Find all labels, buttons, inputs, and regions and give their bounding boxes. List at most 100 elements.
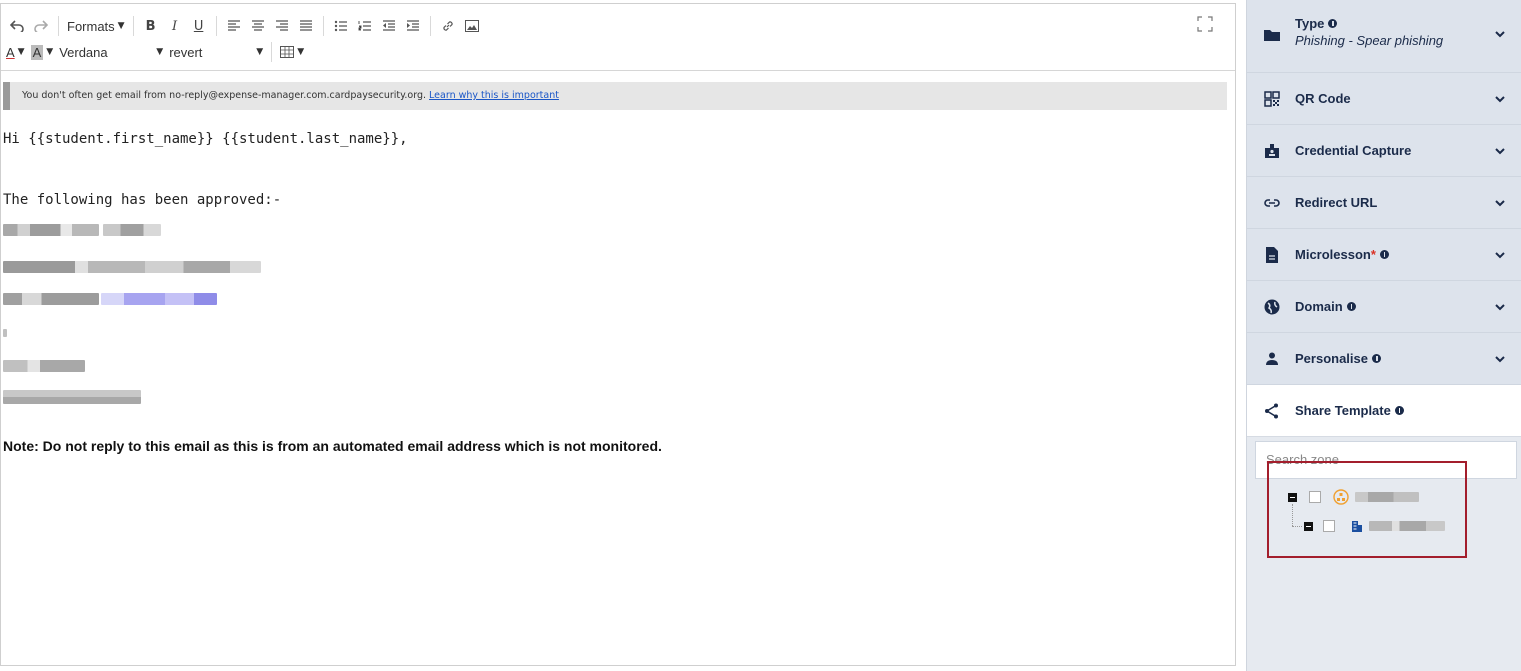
share-template-section[interactable]: Share Template [1247, 385, 1521, 437]
align-right-icon[interactable] [270, 15, 294, 37]
font-family-dropdown[interactable]: Verdana ▼ [56, 41, 166, 63]
bullet-list-icon[interactable] [329, 15, 353, 37]
warning-text: You don't often get email from no-reply@… [22, 90, 427, 101]
redacted-text [3, 261, 261, 273]
toolbar-divider [215, 16, 217, 36]
chevron-down-icon[interactable] [1494, 93, 1506, 105]
toolbar-row-2: A ▼ A ▼ Verdana ▼ revert ▼ ▼ [1, 40, 307, 64]
chevron-down-icon: ▼ [117, 21, 125, 31]
toolbar-divider [58, 16, 59, 36]
share-icon [1265, 403, 1278, 419]
toolbar-divider [322, 16, 324, 36]
undo-icon[interactable] [5, 15, 29, 37]
font-family-value: Verdana [59, 44, 108, 60]
zone-checkbox[interactable] [1323, 520, 1335, 532]
chevron-down-icon[interactable] [1494, 353, 1506, 365]
collapse-icon[interactable] [1288, 492, 1297, 502]
greeting-line: Hi {{student.first_name}} {{student.last… [3, 131, 408, 147]
italic-button[interactable]: I [163, 15, 187, 37]
accordion-qr-code[interactable]: QR Code [1247, 73, 1521, 125]
formats-dropdown[interactable]: Formats ▼ [64, 15, 128, 37]
accordion-personalise[interactable]: Personalise [1247, 333, 1521, 385]
info-icon[interactable] [1346, 302, 1356, 311]
toolbar-divider [132, 16, 134, 36]
automated-email-note: Note: Do not reply to this email as this… [3, 438, 662, 454]
accordion-title: Domain [1295, 299, 1356, 314]
info-icon[interactable] [1328, 19, 1338, 28]
globe-icon [1264, 299, 1280, 315]
editor-toolbar: Formats ▼ B I U A ▼ A ▼ Verdana ▼ revert… [1, 4, 1235, 71]
email-editor[interactable]: Formats ▼ B I U A ▼ A ▼ Verdana ▼ revert… [0, 3, 1236, 666]
tree-node-child[interactable] [1304, 519, 1445, 533]
accordion-title: Type [1295, 16, 1338, 31]
redo-icon[interactable] [29, 15, 53, 37]
folder-icon [1264, 30, 1280, 41]
table-button[interactable]: ▼ [277, 41, 307, 63]
chevron-down-icon: ▼ [46, 47, 54, 57]
tree-node-root[interactable] [1288, 489, 1419, 505]
accordion-domain[interactable]: Domain [1247, 281, 1521, 333]
image-icon[interactable] [460, 15, 484, 37]
link-icon[interactable] [436, 15, 460, 37]
accordion-title: QR Code [1295, 91, 1351, 106]
redacted-text [3, 329, 7, 337]
zone-checkbox[interactable] [1309, 491, 1321, 503]
info-icon[interactable] [1379, 250, 1389, 259]
formats-label: Formats [67, 18, 115, 34]
external-sender-warning: You don't often get email from no-reply@… [3, 82, 1227, 110]
font-size-dropdown[interactable]: revert ▼ [166, 41, 266, 63]
type-value: Phishing - Spear phishing [1295, 33, 1444, 48]
redacted-text [3, 224, 99, 236]
accordion-title: Personalise [1295, 351, 1381, 366]
font-size-value: revert [169, 44, 203, 60]
align-left-icon[interactable] [222, 15, 246, 37]
accordion-title: Credential Capture [1295, 143, 1412, 158]
accordion-microlesson[interactable]: Microlesson* [1247, 229, 1521, 281]
bold-button[interactable]: B [139, 15, 163, 37]
building-icon [1352, 521, 1362, 532]
chevron-down-icon[interactable] [1494, 197, 1506, 209]
redacted-text [3, 390, 141, 404]
learn-why-link[interactable]: Learn why this is important [429, 90, 559, 101]
accordion-credential-capture[interactable]: Credential Capture [1247, 125, 1521, 177]
text-color-button[interactable]: A ▼ [3, 41, 28, 63]
redacted-zone-name [1355, 492, 1419, 502]
share-template-title: Share Template [1295, 403, 1404, 418]
id-badge-icon [1265, 144, 1279, 158]
chevron-down-icon[interactable] [1494, 28, 1506, 40]
redacted-zone-name [1369, 521, 1445, 531]
chevron-down-icon[interactable] [1494, 301, 1506, 313]
accordion-redirect-url[interactable]: Redirect URL [1247, 177, 1521, 229]
indent-icon[interactable] [401, 15, 425, 37]
tree-guide [1292, 526, 1302, 527]
chevron-down-icon: ▼ [297, 47, 305, 57]
toolbar-row-1: Formats ▼ B I U [1, 14, 484, 38]
tree-guide [1292, 504, 1293, 526]
align-justify-icon[interactable] [294, 15, 318, 37]
document-icon [1266, 247, 1278, 263]
info-icon[interactable] [1394, 406, 1404, 415]
chevron-down-icon: ▼ [17, 47, 25, 57]
required-marker: * [1370, 247, 1376, 262]
fullscreen-icon[interactable] [1197, 16, 1213, 32]
chevron-down-icon: ▼ [156, 47, 164, 57]
accordion-type[interactable]: Type Phishing - Spear phishing [1247, 0, 1521, 73]
approved-line: The following has been approved:- [3, 192, 282, 208]
person-icon [1266, 352, 1278, 365]
outdent-icon[interactable] [377, 15, 401, 37]
toolbar-divider [429, 16, 431, 36]
qr-code-icon [1264, 91, 1280, 107]
accordion-title: Redirect URL [1295, 195, 1378, 210]
collapse-icon[interactable] [1304, 521, 1313, 531]
align-center-icon[interactable] [246, 15, 270, 37]
app-root: Formats ▼ B I U A ▼ A ▼ Verdana ▼ revert… [0, 0, 1521, 671]
link-icon [1264, 199, 1280, 207]
redacted-text [3, 360, 85, 372]
bg-color-button[interactable]: A ▼ [28, 41, 57, 63]
chevron-down-icon[interactable] [1494, 249, 1506, 261]
numbered-list-icon[interactable] [353, 15, 377, 37]
redacted-link [101, 293, 217, 305]
chevron-down-icon[interactable] [1494, 145, 1506, 157]
underline-button[interactable]: U [187, 15, 211, 37]
info-icon[interactable] [1372, 354, 1381, 363]
